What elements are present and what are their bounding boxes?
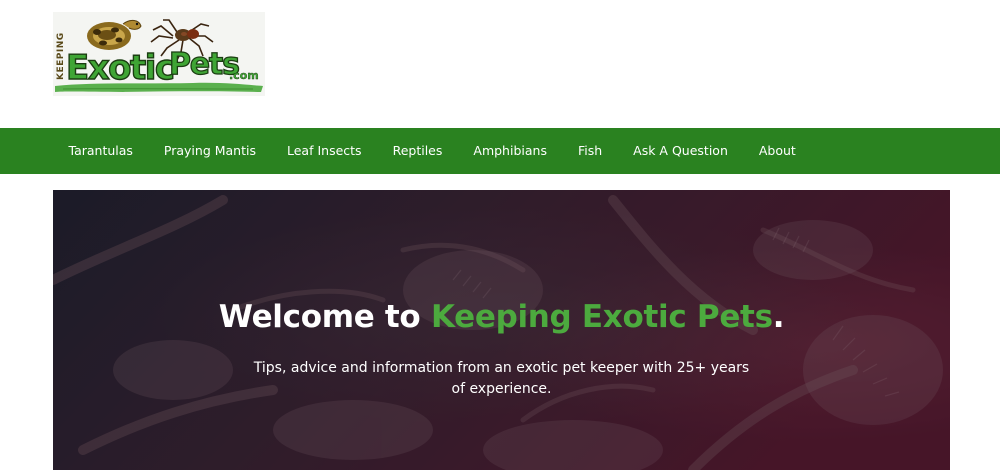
hero-title-highlight: Keeping Exotic Pets [430,299,773,335]
nav-item-tarantulas[interactable]: Tarantulas [53,128,148,174]
svg-text:KEEPING: KEEPING [56,32,66,80]
site-logo[interactable]: KEEPING Exotic Pets .com [53,12,265,96]
keeping-exotic-pets-logo-icon: KEEPING Exotic Pets .com [53,12,265,96]
nav-item-amphibians[interactable]: Amphibians [458,128,563,174]
hero-title-prefix: Welcome to [218,299,431,335]
nav-menu: Tarantulas Praying Mantis Leaf Insects R… [0,128,1000,174]
hero-banner: Welcome to Keeping Exotic Pets. Tips, ad… [53,190,950,470]
nav-item-about[interactable]: About [743,128,811,174]
svg-text:Exotic: Exotic [66,48,174,88]
hero-title: Welcome to Keeping Exotic Pets. [53,292,950,342]
nav-item-reptiles[interactable]: Reptiles [377,128,458,174]
nav-item-leaf-insects[interactable]: Leaf Insects [272,128,378,174]
hero-subtitle: Tips, advice and information from an exo… [253,360,750,397]
svg-text:.com: .com [229,69,259,82]
hero-title-suffix: . [772,299,785,335]
main-navigation: Tarantulas Praying Mantis Leaf Insects R… [0,128,1000,174]
site-header: KEEPING Exotic Pets .com [0,0,1000,128]
nav-item-fish[interactable]: Fish [562,128,617,174]
hero-content: Welcome to Keeping Exotic Pets. Tips, ad… [53,292,950,400]
nav-item-ask-a-question[interactable]: Ask A Question [618,128,744,174]
nav-item-praying-mantis[interactable]: Praying Mantis [148,128,271,174]
